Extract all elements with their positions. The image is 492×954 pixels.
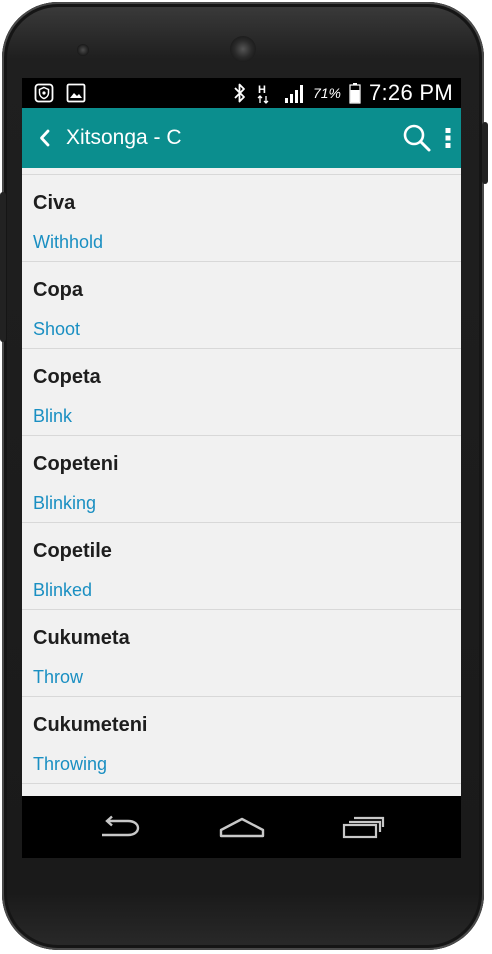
hplus-data-icon: H bbox=[257, 84, 269, 104]
word-term: Cukumeteni bbox=[33, 714, 148, 736]
word-definition: Withhold bbox=[33, 232, 104, 252]
clock: 7:26 PM bbox=[368, 80, 453, 105]
nav-recents-button[interactable] bbox=[323, 796, 403, 858]
word-definition: Blinked bbox=[33, 580, 93, 600]
list-divider bbox=[22, 168, 461, 175]
word-term: Copeteni bbox=[33, 453, 119, 475]
search-button[interactable] bbox=[397, 108, 437, 168]
battery-percentage: 71% bbox=[312, 85, 341, 101]
word-definition: Blink bbox=[33, 406, 73, 426]
list-item[interactable]: Cukumeta Throw bbox=[22, 610, 461, 697]
word-definition: Blinking bbox=[33, 493, 97, 513]
status-bar: H 71% 7:26 PM bbox=[22, 78, 461, 108]
word-definition: Shoot bbox=[33, 319, 81, 339]
word-list[interactable]: Civa Withhold Copa Shoot Copeta Blink Co… bbox=[22, 168, 461, 796]
overflow-menu-button[interactable] bbox=[437, 108, 459, 168]
navigation-bar bbox=[22, 796, 461, 858]
word-term: Copeta bbox=[33, 366, 101, 388]
bluetooth-icon bbox=[234, 83, 245, 103]
back-icon bbox=[102, 815, 140, 837]
word-definition: Throw bbox=[33, 667, 84, 687]
signal-icon bbox=[284, 85, 303, 103]
list-item[interactable]: Copetile Blinked bbox=[22, 523, 461, 610]
recent-apps-icon bbox=[342, 816, 385, 839]
list-item[interactable]: Copeteni Blinking bbox=[22, 436, 461, 523]
chevron-left-icon bbox=[40, 129, 50, 147]
nav-home-button[interactable] bbox=[202, 796, 282, 858]
shield-icon bbox=[34, 83, 54, 103]
volume-button bbox=[0, 192, 6, 342]
page-title: Xitsonga - C bbox=[66, 126, 182, 149]
word-term: Civa bbox=[33, 192, 76, 214]
list-item[interactable]: Civa Withhold bbox=[22, 175, 461, 262]
word-term: Copetile bbox=[33, 540, 112, 562]
battery-icon bbox=[349, 83, 361, 104]
app-bar: Xitsonga - C bbox=[22, 108, 461, 168]
word-definition: Throwing bbox=[33, 754, 108, 774]
power-button bbox=[482, 122, 488, 184]
image-icon bbox=[66, 83, 86, 103]
list-item[interactable]: Copeta Blink bbox=[22, 349, 461, 436]
home-icon bbox=[219, 817, 265, 838]
word-term: Copa bbox=[33, 279, 83, 301]
svg-text:H: H bbox=[258, 84, 266, 96]
list-item[interactable]: Cukumeteni Throwing bbox=[22, 697, 461, 784]
search-icon bbox=[403, 124, 431, 152]
back-button[interactable] bbox=[28, 108, 62, 168]
list-item[interactable]: Copa Shoot bbox=[22, 262, 461, 349]
more-vert-icon bbox=[445, 128, 451, 148]
earpiece-speaker bbox=[230, 36, 256, 62]
front-camera bbox=[77, 44, 89, 56]
nav-back-button[interactable] bbox=[80, 796, 160, 858]
word-term: Cukumeta bbox=[33, 627, 130, 649]
screen: H 71% 7:26 PM Xitsonga - C Civa Withhold… bbox=[22, 78, 461, 796]
